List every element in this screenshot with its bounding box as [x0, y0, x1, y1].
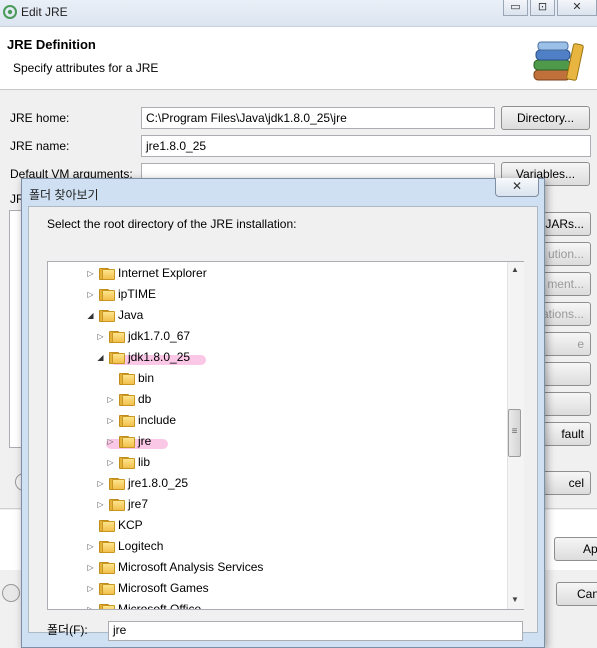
folder-name-field[interactable]: jre: [108, 621, 523, 641]
expand-arrow-icon[interactable]: ▷: [86, 284, 95, 305]
help-button-2[interactable]: [2, 584, 20, 602]
expand-arrow-icon[interactable]: ▷: [96, 494, 105, 515]
folder-tree[interactable]: ▷ Internet Explorer ▷ ipTIME ◢ Java ▷ jd…: [47, 261, 524, 610]
tree-item-label: include: [138, 413, 177, 427]
tree-item[interactable]: ▷ Microsoft Office: [48, 599, 508, 610]
folder-icon: [109, 498, 125, 511]
tree-item-label: jre: [138, 434, 152, 448]
folder-icon: [119, 393, 135, 406]
expand-arrow-icon[interactable]: ▷: [106, 452, 115, 473]
tree-item-label: Internet Explorer: [118, 266, 207, 280]
jre-name-label: JRE name:: [10, 139, 70, 153]
tree-item[interactable]: ▷ include: [48, 410, 508, 431]
jre-home-field[interactable]: C:\Program Files\Java\jdk1.8.0_25\jre: [141, 107, 495, 129]
tree-item[interactable]: KCP: [48, 515, 508, 536]
folder-icon: [119, 372, 135, 385]
directory-button[interactable]: Directory...: [501, 106, 590, 130]
tree-item[interactable]: ▷ jre7: [48, 494, 508, 515]
expand-arrow-icon[interactable]: ▷: [106, 389, 115, 410]
expand-arrow-icon[interactable]: ▷: [86, 536, 95, 557]
jre-name-field[interactable]: jre1.8.0_25: [141, 135, 591, 157]
expand-arrow-icon[interactable]: ▷: [86, 599, 95, 609]
tree-item-label: KCP: [118, 518, 143, 532]
tree-item[interactable]: ▷ Logitech: [48, 536, 508, 557]
folder-icon: [119, 456, 135, 469]
jre-home-label: JRE home:: [10, 111, 70, 125]
maximize-button[interactable]: ⊡: [530, 0, 555, 16]
tree-item[interactable]: ▷ jdk1.7.0_67: [48, 326, 508, 347]
tree-item[interactable]: ▷ db: [48, 389, 508, 410]
tree-item-label: bin: [138, 371, 155, 385]
tree-item-label: Microsoft Analysis Services: [118, 560, 264, 574]
tree-item[interactable]: ◢ jdk1.8.0_25: [48, 347, 508, 368]
collapse-arrow-icon[interactable]: ◢: [96, 347, 105, 368]
tree-item-label: db: [138, 392, 152, 406]
tree-item-label: Microsoft Office: [118, 602, 202, 610]
folder-icon: [99, 267, 115, 280]
tree-item-label: jdk1.7.0_67: [128, 329, 191, 343]
tree-item-label: Logitech: [118, 539, 164, 553]
tree-item[interactable]: ◢ Java: [48, 305, 508, 326]
folder-icon: [99, 561, 115, 574]
tree-item[interactable]: ▷ Internet Explorer: [48, 263, 508, 284]
scroll-thumb[interactable]: ≡: [508, 409, 521, 457]
tree-item[interactable]: ▷ jre1.8.0_25: [48, 473, 508, 494]
folder-icon: [109, 351, 125, 364]
tree-item-label: jre1.8.0_25: [128, 476, 189, 490]
tree-item-label: Microsoft Games: [118, 581, 209, 595]
folder-icon: [119, 435, 135, 448]
tree-item[interactable]: ▷ jre: [48, 431, 508, 452]
expand-arrow-icon[interactable]: ▷: [86, 578, 95, 599]
scroll-up-arrow-icon[interactable]: ▲: [507, 262, 523, 278]
folder-icon: [99, 519, 115, 532]
folder-icon: [109, 477, 125, 490]
expand-arrow-icon[interactable]: ▷: [106, 431, 115, 452]
folder-icon: [99, 309, 115, 322]
eclipse-app-icon: [3, 5, 17, 19]
tree-item[interactable]: ▷ Microsoft Analysis Services: [48, 557, 508, 578]
folder-icon: [119, 414, 135, 427]
close-icon[interactable]: ✕: [495, 178, 539, 197]
folder-icon: [109, 330, 125, 343]
folder-icon: [99, 582, 115, 595]
expand-arrow-icon[interactable]: [86, 515, 95, 536]
browse-dialog-title: 폴더 찾아보기: [29, 188, 99, 202]
folder-icon: [99, 288, 115, 301]
header-subtitle: Specify attributes for a JRE: [13, 61, 159, 75]
tree-item[interactable]: ▷ ipTIME: [48, 284, 508, 305]
books-icon: [533, 41, 584, 81]
tree-item[interactable]: ▷ lib: [48, 452, 508, 473]
expand-arrow-icon[interactable]: [106, 368, 115, 389]
browse-description: Select the root directory of the JRE ins…: [47, 217, 297, 231]
pen-highlight: [106, 439, 168, 449]
tree-item-label: ipTIME: [118, 287, 157, 301]
folder-icon: [99, 603, 115, 609]
tree-item-label: jdk1.8.0_25: [128, 350, 191, 364]
window-title: Edit JRE: [21, 5, 68, 19]
folder-icon: [99, 540, 115, 553]
expand-arrow-icon[interactable]: ▷: [106, 410, 115, 431]
cancel-button-2[interactable]: Can: [556, 582, 597, 606]
scroll-down-arrow-icon[interactable]: ▼: [507, 592, 523, 608]
tree-item[interactable]: bin: [48, 368, 508, 389]
expand-arrow-icon[interactable]: ▷: [86, 557, 95, 578]
folder-label: 폴더(F):: [47, 623, 88, 637]
close-window-button[interactable]: ✕: [557, 0, 597, 16]
tree-item-label: lib: [138, 455, 151, 469]
apply-button[interactable]: Ap: [554, 537, 597, 561]
expand-arrow-icon[interactable]: ▷: [86, 263, 95, 284]
header-title: JRE Definition: [7, 37, 96, 52]
tree-item-label: jre7: [128, 497, 149, 511]
expand-arrow-icon[interactable]: ▷: [96, 326, 105, 347]
expand-arrow-icon[interactable]: ▷: [96, 473, 105, 494]
tree-item[interactable]: ▷ Microsoft Games: [48, 578, 508, 599]
collapse-arrow-icon[interactable]: ◢: [86, 305, 95, 326]
tree-item-label: Java: [118, 308, 144, 322]
minimize-button[interactable]: ▭: [503, 0, 528, 16]
